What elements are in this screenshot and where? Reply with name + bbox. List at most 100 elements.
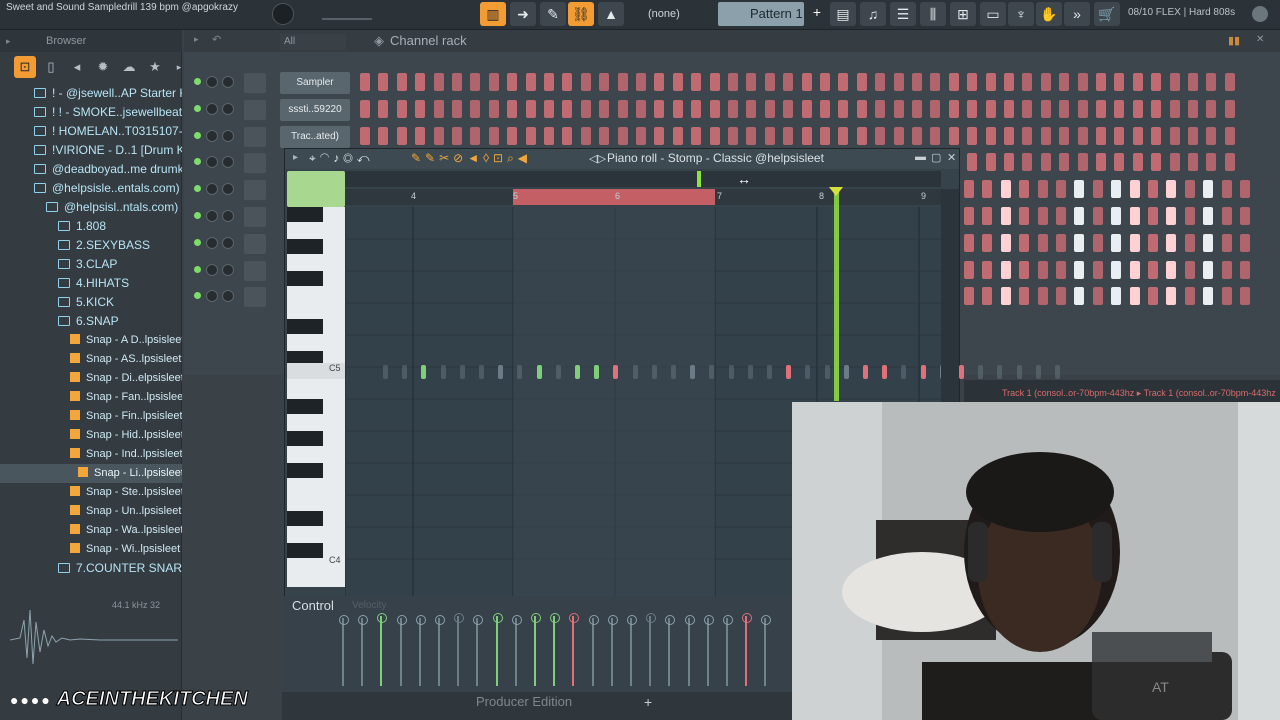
velocity-bar[interactable]	[761, 615, 772, 686]
step-button[interactable]	[967, 73, 978, 91]
velocity-bar[interactable]	[607, 615, 618, 686]
step-button[interactable]	[1040, 126, 1051, 145]
ghost-note[interactable]	[383, 365, 388, 379]
step-button[interactable]	[1132, 153, 1143, 172]
step-button[interactable]	[1092, 260, 1103, 279]
step-button[interactable]	[1151, 99, 1162, 118]
graph-icon[interactable]: ▮▮	[1228, 34, 1240, 47]
step-button[interactable]	[1129, 260, 1140, 279]
step-button[interactable]	[1004, 99, 1014, 118]
step-button[interactable]	[985, 99, 996, 118]
step-button[interactable]	[1151, 73, 1162, 91]
step-button[interactable]	[820, 73, 830, 91]
step-button[interactable]	[783, 73, 794, 91]
step-button[interactable]	[912, 126, 922, 145]
step-button[interactable]	[396, 99, 407, 118]
step-button[interactable]	[1169, 73, 1180, 91]
velocity-bar[interactable]	[665, 615, 676, 686]
step-button[interactable]	[1203, 233, 1214, 252]
step-button[interactable]	[1092, 233, 1103, 252]
step-button[interactable]	[396, 126, 407, 145]
sample-file-item[interactable]: Snap - Di..elpsisleet	[0, 369, 182, 388]
channel-volume-knob[interactable]	[222, 210, 234, 222]
folder-item[interactable]: 5.KICK	[0, 293, 182, 312]
step-button[interactable]	[691, 126, 702, 145]
step-button[interactable]	[1203, 287, 1214, 306]
step-button[interactable]	[948, 126, 959, 145]
pattern-selector[interactable]: Pattern 1	[718, 2, 804, 26]
step-button[interactable]	[930, 73, 941, 91]
channel-volume-knob[interactable]	[222, 290, 234, 303]
ghost-note[interactable]	[671, 365, 676, 379]
channel-mixer-track[interactable]	[244, 233, 266, 254]
channel-mixer-track[interactable]	[244, 260, 266, 281]
step-button[interactable]	[801, 73, 812, 91]
step-button[interactable]	[1224, 153, 1235, 172]
step-button[interactable]	[1037, 207, 1048, 225]
step-button[interactable]	[856, 99, 867, 118]
step-button[interactable]	[580, 73, 591, 91]
step-button[interactable]	[1077, 99, 1088, 118]
step-button[interactable]	[636, 73, 646, 91]
channel-pan-knob[interactable]	[206, 236, 218, 249]
step-button[interactable]	[507, 126, 518, 145]
ghost-note[interactable]	[709, 365, 715, 379]
step-button[interactable]	[1022, 99, 1033, 118]
step-button[interactable]	[1166, 207, 1177, 225]
step-button[interactable]	[1040, 73, 1051, 91]
velocity-bar[interactable]	[646, 613, 657, 686]
sample-file-item[interactable]: Snap - Hid..lpsisleet	[0, 426, 182, 445]
folder-item[interactable]: ! HOMELAN..T0315107-001	[0, 122, 182, 141]
step-button[interactable]	[1000, 260, 1011, 279]
step-button[interactable]	[1224, 99, 1235, 118]
step-button[interactable]	[599, 126, 610, 145]
step-button[interactable]	[636, 126, 646, 145]
shop-icon[interactable]: 🛒	[1094, 2, 1120, 26]
step-button[interactable]	[1221, 233, 1232, 252]
step-button[interactable]	[1188, 126, 1198, 145]
step-button[interactable]	[746, 126, 757, 145]
step-button[interactable]	[709, 73, 720, 91]
step-button[interactable]	[1111, 287, 1122, 306]
step-button[interactable]	[709, 126, 720, 145]
step-button[interactable]	[396, 73, 407, 91]
folder-item[interactable]: ! ! - SMOKE..jsewellbeats	[0, 103, 182, 122]
step-button[interactable]	[617, 73, 628, 91]
step-button[interactable]	[1188, 99, 1198, 118]
folder-item[interactable]: ! - @jsewell..AP Starter Kit	[0, 84, 182, 103]
step-button[interactable]	[1166, 287, 1177, 306]
main-volume-knob[interactable]	[272, 3, 294, 25]
step-button[interactable]	[982, 287, 993, 306]
step-button[interactable]	[1040, 153, 1051, 172]
piano-roll-icon[interactable]: ♫	[860, 2, 886, 26]
step-button[interactable]	[1184, 287, 1195, 306]
step-button[interactable]	[1059, 73, 1070, 91]
velocity-bars[interactable]	[282, 596, 792, 692]
arrow-icon[interactable]: ➜	[510, 2, 536, 26]
add-icon[interactable]: +	[644, 694, 652, 710]
step-button[interactable]	[728, 126, 738, 145]
step-button[interactable]	[672, 99, 683, 118]
channel-pan-knob[interactable]	[206, 263, 218, 276]
folder-item[interactable]: 6.SNAP	[0, 312, 182, 331]
step-button[interactable]	[1074, 287, 1085, 306]
step-button[interactable]	[893, 99, 904, 118]
channel-led-icon[interactable]	[194, 238, 201, 246]
step-button[interactable]	[1056, 233, 1066, 252]
note[interactable]	[882, 365, 888, 379]
step-button[interactable]	[1000, 180, 1011, 199]
note[interactable]	[421, 365, 427, 379]
channel-pan-knob[interactable]	[206, 102, 218, 115]
step-button[interactable]	[1148, 233, 1158, 252]
step-button[interactable]	[985, 126, 996, 145]
step-button[interactable]	[1148, 260, 1158, 279]
step-button[interactable]	[672, 73, 683, 91]
step-button[interactable]	[1077, 73, 1088, 91]
step-button[interactable]	[525, 73, 536, 91]
playhead[interactable]	[834, 191, 839, 401]
step-button[interactable]	[1221, 207, 1232, 225]
channel-filter[interactable]: All	[280, 34, 346, 50]
step-button[interactable]	[1111, 207, 1122, 225]
document-icon[interactable]: ▯	[40, 56, 62, 78]
sample-file-item[interactable]: Snap - Li..lpsisleet	[0, 464, 182, 483]
